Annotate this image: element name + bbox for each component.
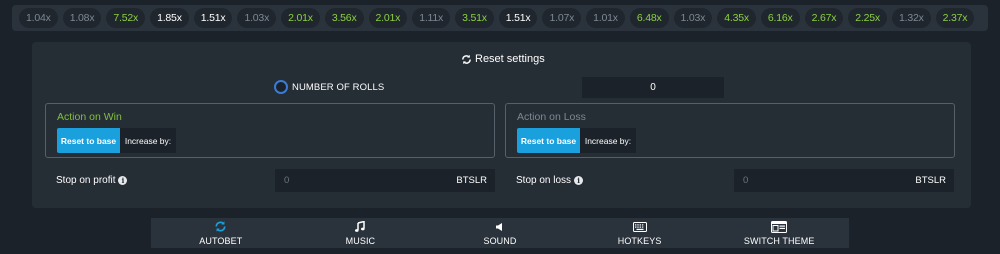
stop-on-loss-text: Stop on loss: [516, 175, 572, 186]
theme-icon: [771, 220, 788, 233]
multiplier-chip: 2.37x: [935, 8, 975, 28]
nav-switch-theme-label: SWITCH THEME: [743, 236, 815, 246]
rolls-radio[interactable]: [274, 80, 288, 94]
nav-sound[interactable]: SOUND: [430, 218, 570, 248]
stop-on-profit-input[interactable]: 0 BTSLR: [275, 169, 495, 192]
multiplier-chip: 2.01x: [368, 8, 408, 28]
multiplier-chip: 1.03x: [673, 8, 713, 28]
music-note-icon: [354, 220, 366, 233]
multiplier-chip: 1.08x: [62, 8, 102, 28]
action-on-win-title: Action on Win: [57, 111, 122, 123]
multiplier-chip: 1.07x: [542, 8, 582, 28]
stop-on-profit-text: Stop on profit: [56, 175, 116, 186]
multiplier-chip: 6.16x: [760, 8, 800, 28]
info-icon[interactable]: i: [574, 176, 584, 185]
multiplier-chip: 4.35x: [717, 8, 756, 28]
action-on-loss-box: Action on Loss Reset to base Increase by…: [505, 103, 955, 158]
number-of-rolls-toggle[interactable]: NUMBER OF ROLLS: [274, 80, 384, 94]
multiplier-chip: 2.67x: [804, 8, 844, 28]
multiplier-chip: 1.32x: [891, 8, 931, 28]
multiplier-chip: 3.56x: [324, 8, 364, 28]
reset-settings-button[interactable]: Reset settings: [461, 53, 545, 65]
loss-increase-by-button[interactable]: Increase by:: [580, 128, 636, 153]
multiplier-chip: 1.51x: [193, 8, 233, 28]
nav-music[interactable]: MUSIC: [291, 218, 431, 248]
nav-sound-label: SOUND: [483, 236, 517, 246]
nav-autobet[interactable]: AUTOBET: [151, 218, 291, 248]
reset-settings-label: Reset settings: [475, 53, 545, 65]
keyboard-icon: [632, 220, 647, 233]
nav-autobet-label: AUTOBET: [199, 236, 243, 246]
stop-on-loss-currency: BTSLR: [915, 175, 946, 186]
multiplier-chip: 2.01x: [281, 8, 320, 28]
bottom-nav: AUTOBET MUSIC SOUND HOTKEYS SWITCH THEME: [151, 218, 849, 248]
stop-on-loss-label: Stop on loss i: [516, 175, 584, 186]
multiplier-chip: 1.04x: [19, 8, 58, 28]
nav-music-label: MUSIC: [345, 236, 376, 246]
multiplier-chip: 1.01x: [586, 8, 625, 28]
multiplier-chip: 1.51x: [498, 8, 538, 28]
nav-switch-theme[interactable]: SWITCH THEME: [709, 218, 849, 248]
nav-hotkeys-label: HOTKEYS: [617, 236, 662, 246]
stop-on-profit-value: 0: [284, 175, 290, 186]
loss-reset-to-base-button[interactable]: Reset to base: [517, 128, 580, 153]
stop-on-loss-input[interactable]: 0 BTSLR: [734, 169, 954, 192]
stop-on-profit-label: Stop on profit i: [56, 175, 128, 186]
autobet-icon: [214, 220, 227, 233]
win-increase-by-button[interactable]: Increase by:: [120, 128, 176, 153]
multiplier-history: 1.04x 1.08x 7.52x 1.85x 1.51x 1.03x 2.01x 3.56x…: [12, 5, 988, 31]
win-reset-to-base-button[interactable]: Reset to base: [57, 128, 120, 153]
rolls-input[interactable]: 0: [582, 77, 724, 98]
multiplier-chip: 6.48x: [629, 8, 669, 28]
refresh-icon: [461, 54, 472, 65]
stop-on-profit-currency: BTSLR: [456, 175, 487, 186]
multiplier-chip: 3.51x: [455, 8, 494, 28]
multiplier-chip: 1.85x: [150, 8, 189, 28]
multiplier-chip: 1.11x: [412, 8, 451, 28]
multiplier-chip: 7.52x: [106, 8, 146, 28]
info-icon[interactable]: i: [118, 176, 128, 185]
action-on-loss-title: Action on Loss: [517, 111, 586, 123]
speaker-icon: [495, 220, 505, 233]
multiplier-chip: 2.25x: [848, 8, 887, 28]
nav-hotkeys[interactable]: HOTKEYS: [570, 218, 710, 248]
stop-on-loss-value: 0: [743, 175, 749, 186]
action-on-win-box: Action on Win Reset to base Increase by:: [45, 103, 495, 158]
multiplier-chip: 1.03x: [237, 8, 277, 28]
rolls-label: NUMBER OF ROLLS: [292, 81, 385, 93]
